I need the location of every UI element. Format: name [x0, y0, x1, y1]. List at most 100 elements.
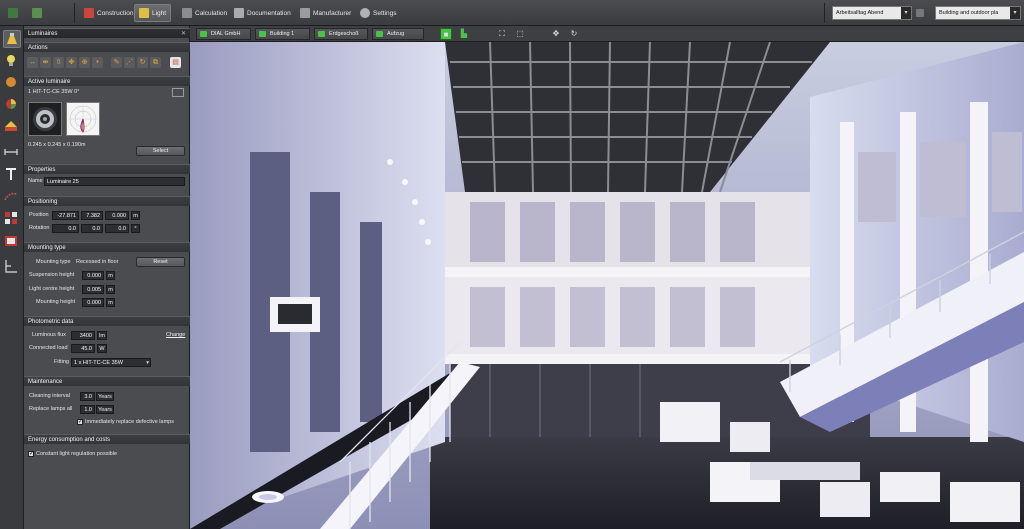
light-distribution-curve: [66, 102, 100, 136]
breadcrumb-floor[interactable]: Erdgeschoß: [314, 28, 368, 40]
connected-load-field[interactable]: 45.0: [71, 344, 95, 353]
position-unit: m: [131, 211, 140, 220]
breadcrumb-room[interactable]: Aufzug: [372, 28, 424, 40]
energy-header[interactable]: Energy consumption and costs: [24, 434, 190, 444]
light-centre-height-field[interactable]: 0.005: [82, 285, 104, 294]
tab-manufacturer[interactable]: Manufacturer: [296, 4, 355, 22]
scene-edit-button[interactable]: [914, 6, 926, 20]
view-3d-button[interactable]: ■: [440, 28, 452, 40]
active-luminaire-header[interactable]: Active luminaire: [24, 76, 190, 86]
position-x-field[interactable]: -27.871: [52, 211, 79, 220]
tab-settings[interactable]: Settings: [356, 4, 401, 22]
point-icon[interactable]: •: [92, 57, 103, 68]
tab-construction[interactable]: Construction: [80, 4, 138, 22]
pan-button[interactable]: ✥: [550, 28, 562, 40]
breadcrumb-project[interactable]: DIAL GmbH: [196, 28, 251, 40]
maintenance-header[interactable]: Maintenance: [24, 376, 190, 386]
3d-viewport[interactable]: [190, 42, 1024, 529]
change-flux-link[interactable]: Change: [166, 332, 185, 338]
text-tool[interactable]: [3, 166, 21, 184]
position-y-field[interactable]: 7.382: [81, 211, 103, 220]
breadcrumb-building[interactable]: Building 1: [255, 28, 310, 40]
app-menu-button[interactable]: [4, 4, 22, 22]
move-cross-icon[interactable]: ✥: [66, 57, 77, 68]
color-tool[interactable]: [3, 96, 21, 114]
tab-label: Construction: [97, 9, 134, 17]
suspension-height-field[interactable]: 0.000: [82, 271, 104, 280]
arrangement-tool[interactable]: [3, 118, 21, 136]
chevron-down-icon: ▾: [146, 360, 149, 366]
panel-title-text: Luminaires: [28, 31, 58, 37]
move-left-icon[interactable]: ↔: [27, 57, 38, 68]
cleaning-interval-field[interactable]: 3.0: [80, 392, 95, 401]
name-field[interactable]: Luminaire 25: [44, 177, 185, 186]
positioning-header[interactable]: Positioning: [24, 196, 190, 206]
close-icon[interactable]: ✕: [181, 29, 186, 39]
tab-label: Documentation: [247, 9, 291, 17]
align-icon[interactable]: ⇳: [53, 57, 64, 68]
photometric-data-header[interactable]: Photometric data: [24, 316, 190, 326]
pick-icon[interactable]: ✎: [111, 57, 122, 68]
position-z-field[interactable]: 0.000: [105, 211, 129, 220]
construction-icon: [84, 8, 94, 18]
duplicate-icon[interactable]: ⧉: [150, 57, 161, 68]
center-icon[interactable]: ⊕: [79, 57, 90, 68]
arrangement-icon: [5, 121, 17, 131]
quick-access-button[interactable]: [28, 4, 46, 22]
light-scene-tool[interactable]: [3, 74, 21, 92]
rotation-z-field[interactable]: 0.0: [105, 224, 129, 233]
light-bulb-tool[interactable]: [3, 52, 21, 70]
rotate-view-button[interactable]: ↻: [568, 28, 580, 40]
mounting-type-header[interactable]: Mounting type: [24, 242, 190, 252]
fitting-select[interactable]: 1 x HIT-TC-CE 35W ▾: [71, 358, 151, 367]
actions-header[interactable]: Actions: [24, 42, 190, 52]
polar-diagram-icon: [69, 105, 97, 133]
view-options-button[interactable]: ▙: [458, 28, 470, 40]
rotate-array-icon[interactable]: ↻: [137, 57, 148, 68]
mode-dropdown[interactable]: Building and outdoor pla ▾: [935, 6, 1021, 20]
properties-header[interactable]: Properties: [24, 164, 190, 174]
zoom-window-icon: ⬚: [516, 29, 524, 38]
constant-light-checkbox[interactable]: [28, 450, 34, 457]
zoom-window-button[interactable]: ⬚: [514, 28, 526, 40]
rotation-y-field[interactable]: 0.0: [81, 224, 103, 233]
tab-label: Calculation: [195, 9, 228, 17]
luminaire-tool[interactable]: [3, 30, 21, 48]
scene-dropdown[interactable]: Arbeitsalltag Abend ▾: [832, 6, 912, 20]
rotation-x-field[interactable]: 0.0: [52, 224, 79, 233]
room-icon: [5, 236, 17, 246]
mounting-type-value: Recessed in floor: [76, 259, 119, 265]
rotation-label: Rotation: [29, 225, 50, 231]
database-icon[interactable]: [172, 88, 184, 97]
room-tool[interactable]: [3, 232, 21, 250]
path-tool[interactable]: [3, 188, 21, 206]
tab-calculation[interactable]: Calculation: [178, 4, 231, 22]
luminous-flux-field[interactable]: 3400: [71, 331, 95, 340]
grid-tool[interactable]: [3, 210, 21, 228]
replace-lamps-field[interactable]: 1.0: [80, 405, 95, 414]
breadcrumb-floor-label: Erdgeschoß: [329, 31, 359, 37]
replace-lamps-label: Replace lamps all: [29, 406, 73, 412]
dimension-icon: [4, 149, 18, 155]
tab-light[interactable]: Light: [134, 4, 172, 22]
rotation-unit: °: [131, 224, 140, 233]
select-luminaire-button[interactable]: Select: [136, 146, 185, 156]
active-luminaire-header-text: Active luminaire: [28, 79, 71, 85]
zoom-extents-button[interactable]: ⛶: [496, 28, 508, 40]
light-bulb-icon: [7, 55, 15, 66]
grid-icon: [5, 212, 17, 224]
document-icon[interactable]: ▤: [170, 57, 181, 68]
tab-label: Manufacturer: [313, 9, 352, 17]
constant-light-label: Constant light regulation possible: [36, 451, 118, 457]
tab-documentation[interactable]: Documentation: [230, 4, 295, 22]
reset-mounting-button[interactable]: Reset: [136, 257, 185, 267]
luminaire-image: [28, 102, 62, 136]
dimension-tool[interactable]: [3, 144, 21, 162]
distribute-icon[interactable]: ⇹: [40, 57, 51, 68]
measure-tool[interactable]: [3, 258, 21, 276]
save-icon: [32, 8, 42, 18]
luminaire-dimensions: 0.245 x 0.245 x 0.190m: [28, 142, 86, 148]
mounting-height-field[interactable]: 0.000: [82, 298, 104, 307]
replace-defective-checkbox[interactable]: [77, 418, 83, 425]
array-icon[interactable]: ⋰: [124, 57, 135, 68]
